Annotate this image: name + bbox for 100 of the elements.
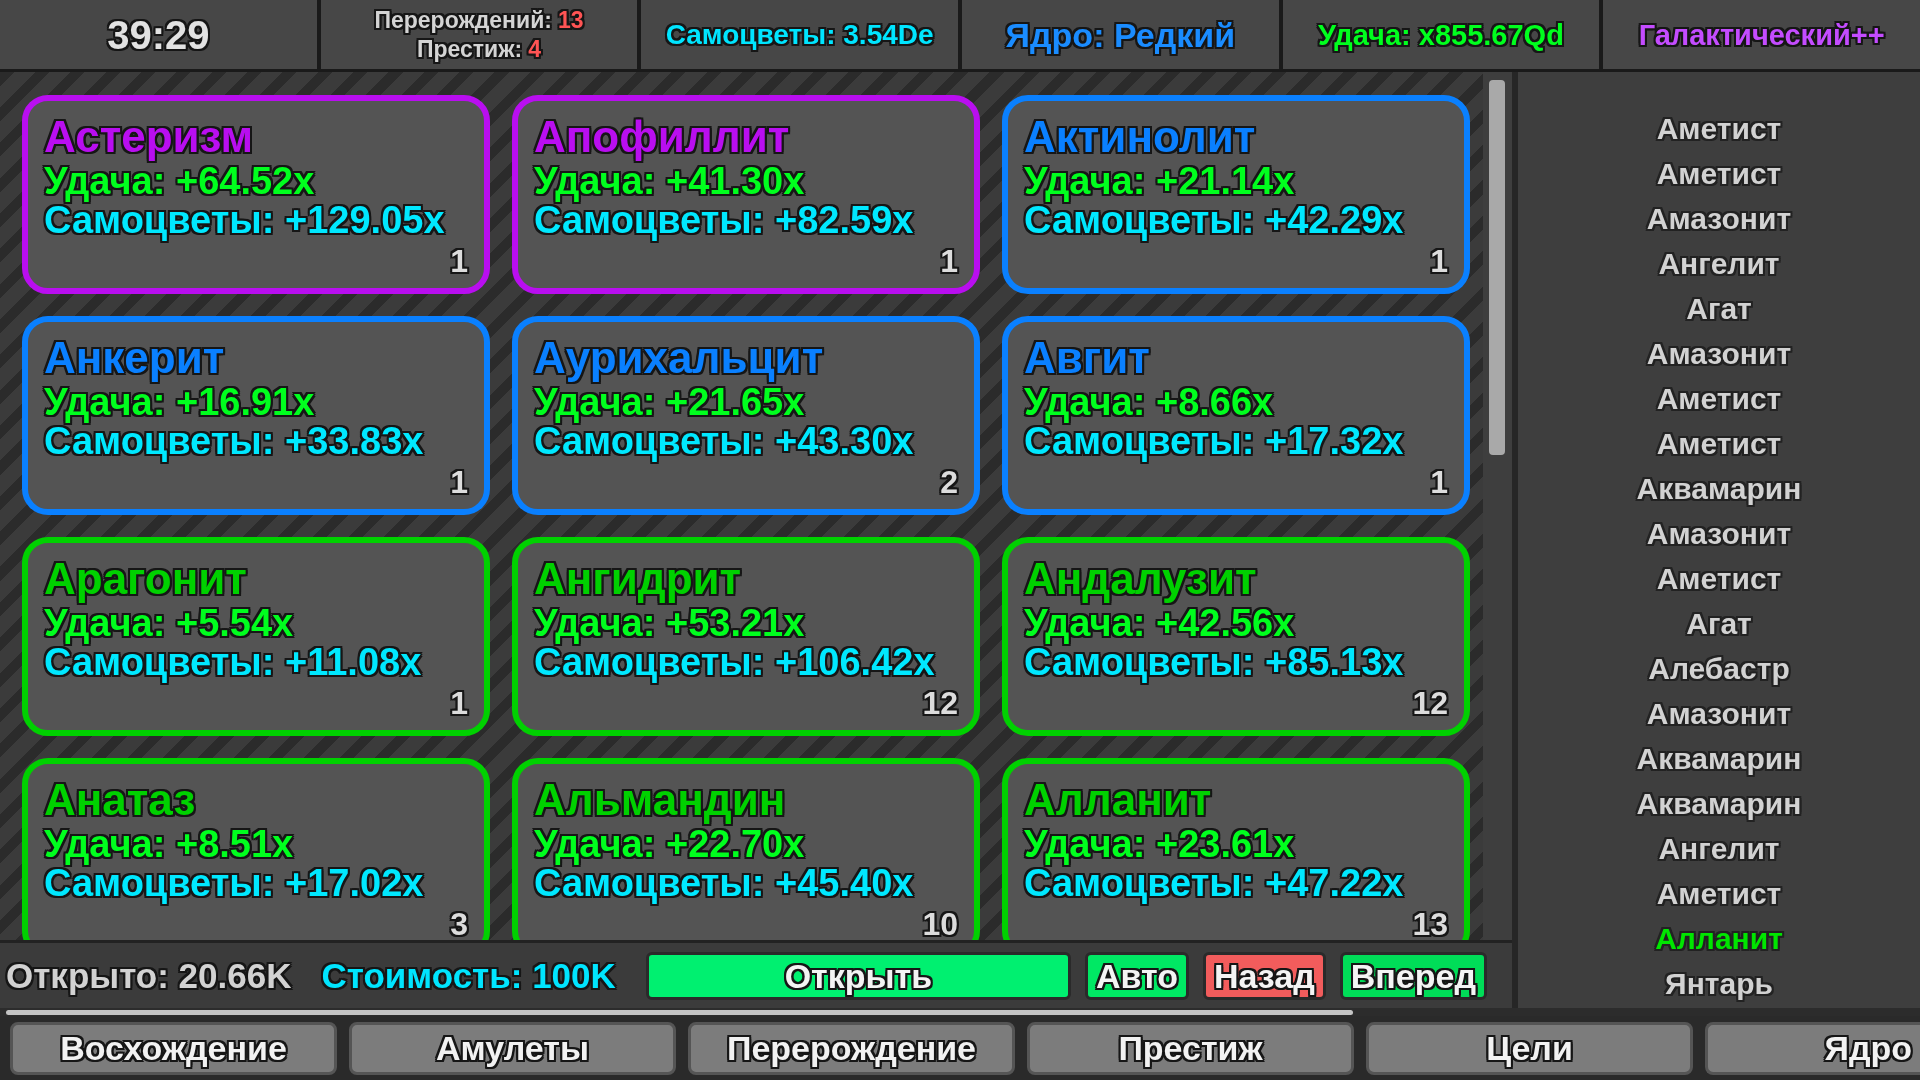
log-entry: Амазонит bbox=[1646, 516, 1792, 552]
opened-count: Открыто: 20.66K bbox=[6, 955, 292, 996]
gem-bonus: Самоцветы: +85.13x bbox=[1024, 643, 1404, 682]
gem-bonus: Самоцветы: +17.32x bbox=[1024, 422, 1404, 461]
gem-card[interactable]: Арагонит Удача: +5.54x Самоцветы: +11.08x 1 bbox=[22, 537, 490, 736]
luck-bonus: Удача: +22.70x bbox=[534, 824, 805, 864]
gem-name: Анкерит bbox=[44, 334, 225, 382]
luck-bonus: Удача: +8.51x bbox=[44, 824, 294, 864]
prestige-label: Престиж: bbox=[416, 34, 523, 64]
rank-title: Галактический++ bbox=[1638, 17, 1885, 52]
gem-card[interactable]: Алланит Удача: +23.61x Самоцветы: +47.22x 13 bbox=[1002, 758, 1470, 940]
gem-count: 1 bbox=[940, 244, 958, 278]
log-entry: Аквамарин bbox=[1636, 471, 1802, 507]
luck-bonus: Удача: +5.54x bbox=[44, 603, 294, 643]
open-cost: Стоимость: 100K bbox=[321, 955, 616, 996]
gem-count: 1 bbox=[450, 244, 468, 278]
gem-name: Актинолит bbox=[1024, 113, 1256, 161]
gem-name: Астеризм bbox=[44, 113, 253, 161]
nav-tab[interactable]: Амулеты bbox=[349, 1021, 676, 1075]
gem-bonus: Самоцветы: +43.30x bbox=[534, 422, 914, 461]
luck-bonus: Удача: +8.66x bbox=[1024, 382, 1274, 422]
gem-count: 3 bbox=[450, 907, 468, 940]
gem-card[interactable]: Апофиллит Удача: +41.30x Самоцветы: +82.59x 1 bbox=[512, 95, 980, 294]
gem-name: Авгит bbox=[1024, 334, 1150, 382]
gem-bonus: Самоцветы: +17.02x bbox=[44, 864, 424, 903]
luck-bonus: Удача: +53.21x bbox=[534, 603, 805, 643]
log-entry: Аквамарин bbox=[1636, 741, 1802, 777]
luck-bonus: Удача: +41.30x bbox=[534, 161, 805, 201]
log-entry: Аметист bbox=[1656, 381, 1782, 417]
gem-bonus: Самоцветы: +129.05x bbox=[44, 201, 445, 240]
gem-name: Анатаз bbox=[44, 776, 196, 824]
gem-name: Ангидрит bbox=[534, 555, 742, 603]
gem-card[interactable]: Ангидрит Удача: +53.21x Самоцветы: +106.42x 12 bbox=[512, 537, 980, 736]
log-entry: Аквамарин bbox=[1636, 786, 1802, 822]
gem-card[interactable]: Аурихальцит Удача: +21.65x Самоцветы: +43.30x 2 bbox=[512, 316, 980, 515]
gem-count: 13 bbox=[1412, 907, 1448, 940]
luck-bonus: Удача: +21.14x bbox=[1024, 161, 1295, 201]
gem-card[interactable]: Андалузит Удача: +42.56x Самоцветы: +85.13x 12 bbox=[1002, 537, 1470, 736]
action-button[interactable]: Назад bbox=[1202, 951, 1326, 1000]
log-entry: Амазонит bbox=[1646, 696, 1792, 732]
gem-name: Апофиллит bbox=[534, 113, 790, 161]
gem-bonus: Самоцветы: +47.22x bbox=[1024, 864, 1404, 903]
gem-count: 1 bbox=[1430, 465, 1448, 499]
log-entry: Алланит bbox=[1655, 921, 1783, 957]
gem-bonus: Самоцветы: +82.59x bbox=[534, 201, 914, 240]
log-entry: Аметист bbox=[1656, 426, 1782, 462]
gem-count: 12 bbox=[1412, 686, 1448, 720]
log-entry: Амазонит bbox=[1646, 201, 1792, 237]
log-entry: Ангелит bbox=[1658, 831, 1780, 867]
log-entry: Аметист bbox=[1656, 156, 1782, 192]
log-entry: Аметист bbox=[1656, 111, 1782, 147]
gem-name: Аурихальцит bbox=[534, 334, 824, 382]
nav-tab[interactable]: Престиж bbox=[1027, 1021, 1354, 1075]
rebirths-value: 13 bbox=[557, 5, 584, 35]
luck-bonus: Удача: +21.65x bbox=[534, 382, 805, 422]
gem-count: 10 bbox=[922, 907, 958, 940]
log-entry: Амазонит bbox=[1646, 336, 1792, 372]
log-entry: Агат bbox=[1686, 606, 1752, 642]
gem-card[interactable]: Анкерит Удача: +16.91x Самоцветы: +33.83x 1 bbox=[22, 316, 490, 515]
gem-count: 12 bbox=[922, 686, 958, 720]
nav-tab[interactable]: Перерождение bbox=[688, 1021, 1015, 1075]
log-entry: Аметист bbox=[1656, 561, 1782, 597]
luck-bonus: Удача: +42.56x bbox=[1024, 603, 1295, 643]
gem-card[interactable]: Актинолит Удача: +21.14x Самоцветы: +42.29x 1 bbox=[1002, 95, 1470, 294]
rebirths-label: Перерождений: bbox=[374, 5, 552, 35]
gem-count: 1 bbox=[1430, 244, 1448, 278]
log-entry: Алебастр bbox=[1648, 651, 1790, 687]
gem-bonus: Самоцветы: +45.40x bbox=[534, 864, 914, 903]
log-entry: Агат bbox=[1686, 291, 1752, 327]
gem-card[interactable]: Астеризм Удача: +64.52x Самоцветы: +129.05x 1 bbox=[22, 95, 490, 294]
gem-name: Альмандин bbox=[534, 776, 786, 824]
gem-count: 1 bbox=[450, 686, 468, 720]
gem-bonus: Самоцветы: +33.83x bbox=[44, 422, 424, 461]
scrollbar-thumb[interactable] bbox=[1489, 80, 1505, 455]
gem-card[interactable]: Альмандин Удача: +22.70x Самоцветы: +45.40x 10 bbox=[512, 758, 980, 940]
prestige-value: 4 bbox=[528, 34, 541, 64]
gems-total: Самоцветы: 3.54De bbox=[665, 17, 934, 52]
core-rarity: Ядро: Редкий bbox=[1005, 14, 1236, 55]
timer-text: 39:29 bbox=[107, 11, 210, 58]
gem-card[interactable]: Анатаз Удача: +8.51x Самоцветы: +17.02x 3 bbox=[22, 758, 490, 940]
log-entry: Янтарь bbox=[1665, 966, 1773, 1002]
gem-count: 1 bbox=[450, 465, 468, 499]
luck-bonus: Удача: +64.52x bbox=[44, 161, 315, 201]
nav-tab[interactable]: Восхождение bbox=[10, 1021, 337, 1075]
nav-tab[interactable]: Ядро bbox=[1705, 1021, 1920, 1075]
gem-count: 2 bbox=[940, 465, 958, 499]
luck-total: Удача: x855.67Qd bbox=[1318, 17, 1564, 52]
gem-name: Алланит bbox=[1024, 776, 1212, 824]
gem-name: Андалузит bbox=[1024, 555, 1257, 603]
gem-card[interactable]: Авгит Удача: +8.66x Самоцветы: +17.32x 1 bbox=[1002, 316, 1470, 515]
gem-bonus: Самоцветы: +11.08x bbox=[44, 643, 422, 682]
gem-bonus: Самоцветы: +106.42x bbox=[534, 643, 935, 682]
log-entry: Аметист bbox=[1656, 876, 1782, 912]
log-entry: Ангелит bbox=[1658, 246, 1780, 282]
luck-bonus: Удача: +16.91x bbox=[44, 382, 315, 422]
gem-name: Арагонит bbox=[44, 555, 247, 603]
scrollbar-thumb[interactable] bbox=[6, 1009, 1353, 1015]
nav-tab[interactable]: Цели bbox=[1366, 1021, 1693, 1075]
luck-bonus: Удача: +23.61x bbox=[1024, 824, 1295, 864]
gem-bonus: Самоцветы: +42.29x bbox=[1024, 201, 1404, 240]
